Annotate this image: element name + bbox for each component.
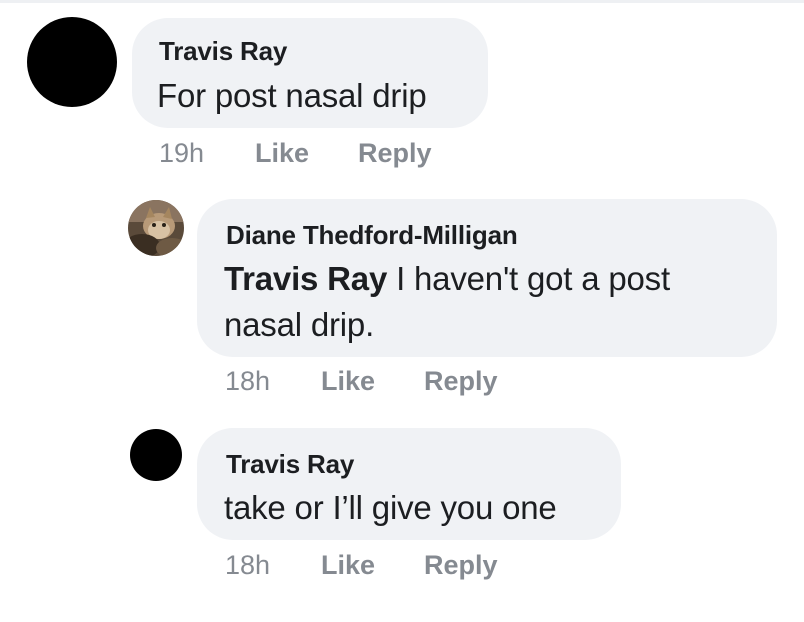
reply-button[interactable]: Reply <box>358 138 432 169</box>
comment-author[interactable]: Diane Thedford-Milligan <box>226 220 518 251</box>
cat-photo-icon <box>128 200 184 256</box>
comment-author[interactable]: Travis Ray <box>159 36 287 67</box>
comment-author[interactable]: Travis Ray <box>226 449 354 480</box>
comment-text-content: For post nasal drip <box>157 77 427 114</box>
comment-actions: 18h Like Reply <box>225 366 545 400</box>
like-button[interactable]: Like <box>321 366 375 397</box>
comment-bubble: Travis Ray take or I’ll give you one <box>197 428 621 540</box>
avatar[interactable] <box>128 200 184 256</box>
comment-text: Travis Ray I haven't got a post nasal dr… <box>224 256 764 348</box>
comment-text-line2: nasal drip. <box>224 306 375 343</box>
comment-time[interactable]: 19h <box>159 138 204 169</box>
comment-time[interactable]: 18h <box>225 366 270 397</box>
reply-button[interactable]: Reply <box>424 366 498 397</box>
avatar[interactable] <box>130 429 182 481</box>
like-button[interactable]: Like <box>321 550 375 581</box>
mention-link[interactable]: Travis Ray <box>224 260 387 297</box>
reply-button[interactable]: Reply <box>424 550 498 581</box>
comment-text-line1: I haven't got a post <box>387 260 670 297</box>
like-button[interactable]: Like <box>255 138 309 169</box>
avatar[interactable] <box>27 17 117 107</box>
comment-time[interactable]: 18h <box>225 550 270 581</box>
comment-text-content: take or I’ll give you one <box>224 489 557 526</box>
top-divider <box>0 0 804 3</box>
comment-text: For post nasal drip <box>157 73 427 119</box>
comment-bubble: Diane Thedford-Milligan Travis Ray I hav… <box>197 199 777 357</box>
comment-bubble: Travis Ray For post nasal drip <box>132 18 488 128</box>
comment-actions: 19h Like Reply <box>159 138 479 172</box>
comment-actions: 18h Like Reply <box>225 550 545 584</box>
comment-text: take or I’ll give you one <box>224 485 557 531</box>
